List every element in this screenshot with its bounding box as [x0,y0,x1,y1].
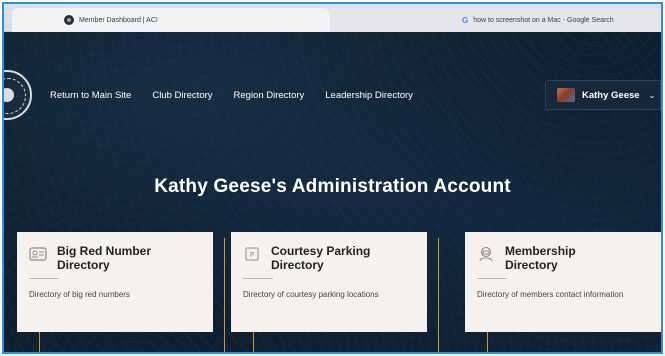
card-title: Membership [505,244,576,258]
card-title: Directory [505,258,558,272]
card-big-red-number: Big Red Number Directory Directory of bi… [17,232,225,352]
parking-icon: P [243,245,261,263]
card-title: Big Red Number [57,244,152,258]
chevron-down-icon: ⌄ [648,90,656,100]
card-divider [477,278,507,279]
id-card-icon [29,245,47,263]
card-membership: Membership Directory Directory of member… [465,232,661,352]
screenshot-frame: Member Dashboard | ACI G how to screensh… [2,2,663,354]
card-description: Directory of big red numbers [29,290,130,299]
page: Return to Main Site Club Directory Regio… [4,32,661,352]
nav-return-main-site[interactable]: Return to Main Site [50,90,131,101]
card-description: Directory of courtesy parking locations [243,290,379,299]
card-divider [29,278,59,279]
browser-tab-inactive[interactable]: G how to screenshot on a Mac - Google Se… [330,8,661,32]
google-icon: G [462,15,469,25]
card-courtesy-parking: P Courtesy Parking Directory Directory o… [231,232,439,352]
nav-leadership-directory[interactable]: Leadership Directory [325,90,413,101]
browser-tab-active[interactable]: Member Dashboard | ACI [12,8,330,32]
tab-title: how to screenshot on a Mac - Google Sear… [473,16,614,24]
user-name: Kathy Geese [582,89,640,101]
nav-club-directory[interactable]: Club Directory [152,90,212,101]
card-courtesy-parking-link[interactable]: P Courtesy Parking Directory Directory o… [231,232,427,332]
site-favicon-icon [64,15,74,25]
card-title: Courtesy Parking [271,244,371,258]
svg-text:P: P [250,251,254,259]
card-title: Directory [57,258,110,272]
member-icon [477,245,495,263]
browser-tab-strip: Member Dashboard | ACI G how to screensh… [4,4,661,32]
card-big-red-number-link[interactable]: Big Red Number Directory Directory of bi… [17,232,213,332]
card-description: Directory of members contact information [477,290,624,299]
nav-region-directory[interactable]: Region Directory [234,90,305,101]
main-nav: Return to Main Site Club Directory Regio… [50,90,413,101]
card-title: Directory [271,258,324,272]
site-logo-icon[interactable] [4,70,32,120]
page-title: Kathy Geese's Administration Account [154,176,511,197]
tab-title: Member Dashboard | ACI [79,16,158,24]
user-menu-button[interactable]: Kathy Geese ⌄ [545,80,661,110]
card-membership-link[interactable]: Membership Directory Directory of member… [465,232,661,332]
card-divider [243,278,273,279]
avatar [557,88,575,102]
